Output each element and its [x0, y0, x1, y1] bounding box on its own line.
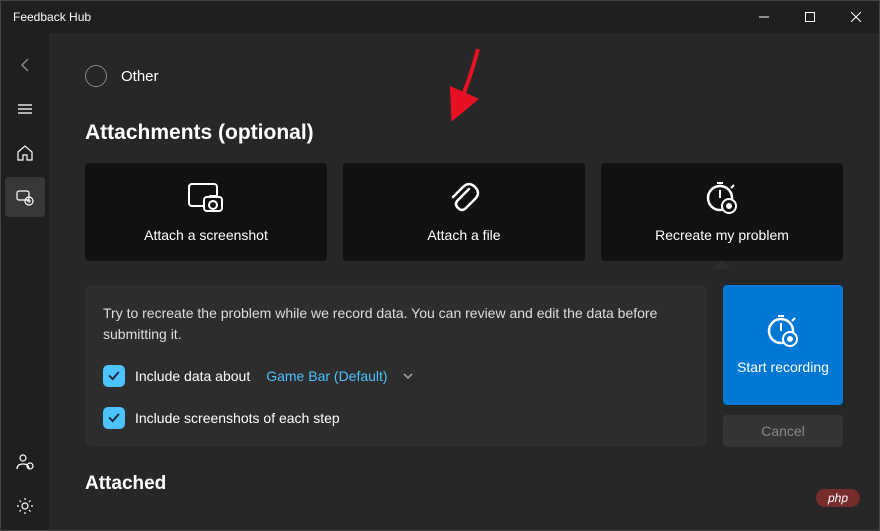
close-button[interactable] — [833, 1, 879, 33]
card-label: Attach a file — [427, 227, 500, 243]
radio-option-other[interactable]: Other — [85, 65, 843, 87]
include-data-checkbox[interactable] — [103, 365, 125, 387]
cancel-button[interactable]: Cancel — [723, 415, 843, 447]
minimize-icon — [759, 12, 769, 22]
check-icon — [107, 411, 121, 425]
hamburger-icon — [17, 101, 33, 117]
app-selector-dropdown[interactable]: Game Bar (Default) — [266, 368, 413, 384]
check-icon — [107, 369, 121, 383]
selected-app: Game Bar (Default) — [266, 368, 387, 384]
feedback-icon — [16, 188, 34, 206]
card-label: Recreate my problem — [655, 227, 789, 243]
start-recording-button[interactable]: Start recording — [723, 285, 843, 405]
sidebar-account[interactable] — [5, 442, 45, 482]
include-data-label: Include data about — [135, 368, 250, 384]
radio-label: Other — [121, 68, 159, 85]
window-controls — [741, 1, 879, 33]
recreate-problem-card[interactable]: Recreate my problem — [601, 163, 843, 261]
paperclip-icon — [447, 181, 481, 215]
content-area: Other Attachments (optional) Attach a sc… — [49, 33, 879, 530]
sidebar — [1, 33, 49, 530]
back-arrow-icon — [17, 57, 33, 73]
record-icon — [765, 314, 801, 348]
radio-icon — [85, 65, 107, 87]
screenshot-icon — [186, 181, 226, 215]
sidebar-home[interactable] — [5, 133, 45, 173]
home-icon — [16, 144, 34, 162]
attached-heading: Attached — [85, 473, 843, 495]
titlebar: Feedback Hub — [1, 1, 879, 33]
recreate-description: Try to recreate the problem while we rec… — [103, 303, 689, 345]
attachments-heading: Attachments (optional) — [85, 121, 843, 145]
record-icon — [704, 181, 740, 215]
sidebar-settings[interactable] — [5, 486, 45, 526]
watermark: php — [816, 489, 860, 507]
recreate-instructions-panel: Try to recreate the problem while we rec… — [85, 285, 707, 447]
include-screenshots-checkbox[interactable] — [103, 407, 125, 429]
close-icon — [851, 12, 861, 22]
menu-button[interactable] — [5, 89, 45, 129]
include-screenshots-label: Include screenshots of each step — [135, 410, 340, 426]
start-recording-label: Start recording — [737, 358, 829, 376]
tooltip-arrow — [713, 260, 731, 269]
maximize-button[interactable] — [787, 1, 833, 33]
cancel-label: Cancel — [761, 423, 805, 439]
chevron-down-icon — [402, 370, 414, 382]
back-button[interactable] — [5, 45, 45, 85]
gear-icon — [16, 497, 34, 515]
card-label: Attach a screenshot — [144, 227, 268, 243]
maximize-icon — [805, 12, 815, 22]
person-icon — [16, 453, 34, 471]
sidebar-feedback[interactable] — [5, 177, 45, 217]
attach-file-card[interactable]: Attach a file — [343, 163, 585, 261]
attach-screenshot-card[interactable]: Attach a screenshot — [85, 163, 327, 261]
minimize-button[interactable] — [741, 1, 787, 33]
app-title: Feedback Hub — [13, 10, 91, 24]
